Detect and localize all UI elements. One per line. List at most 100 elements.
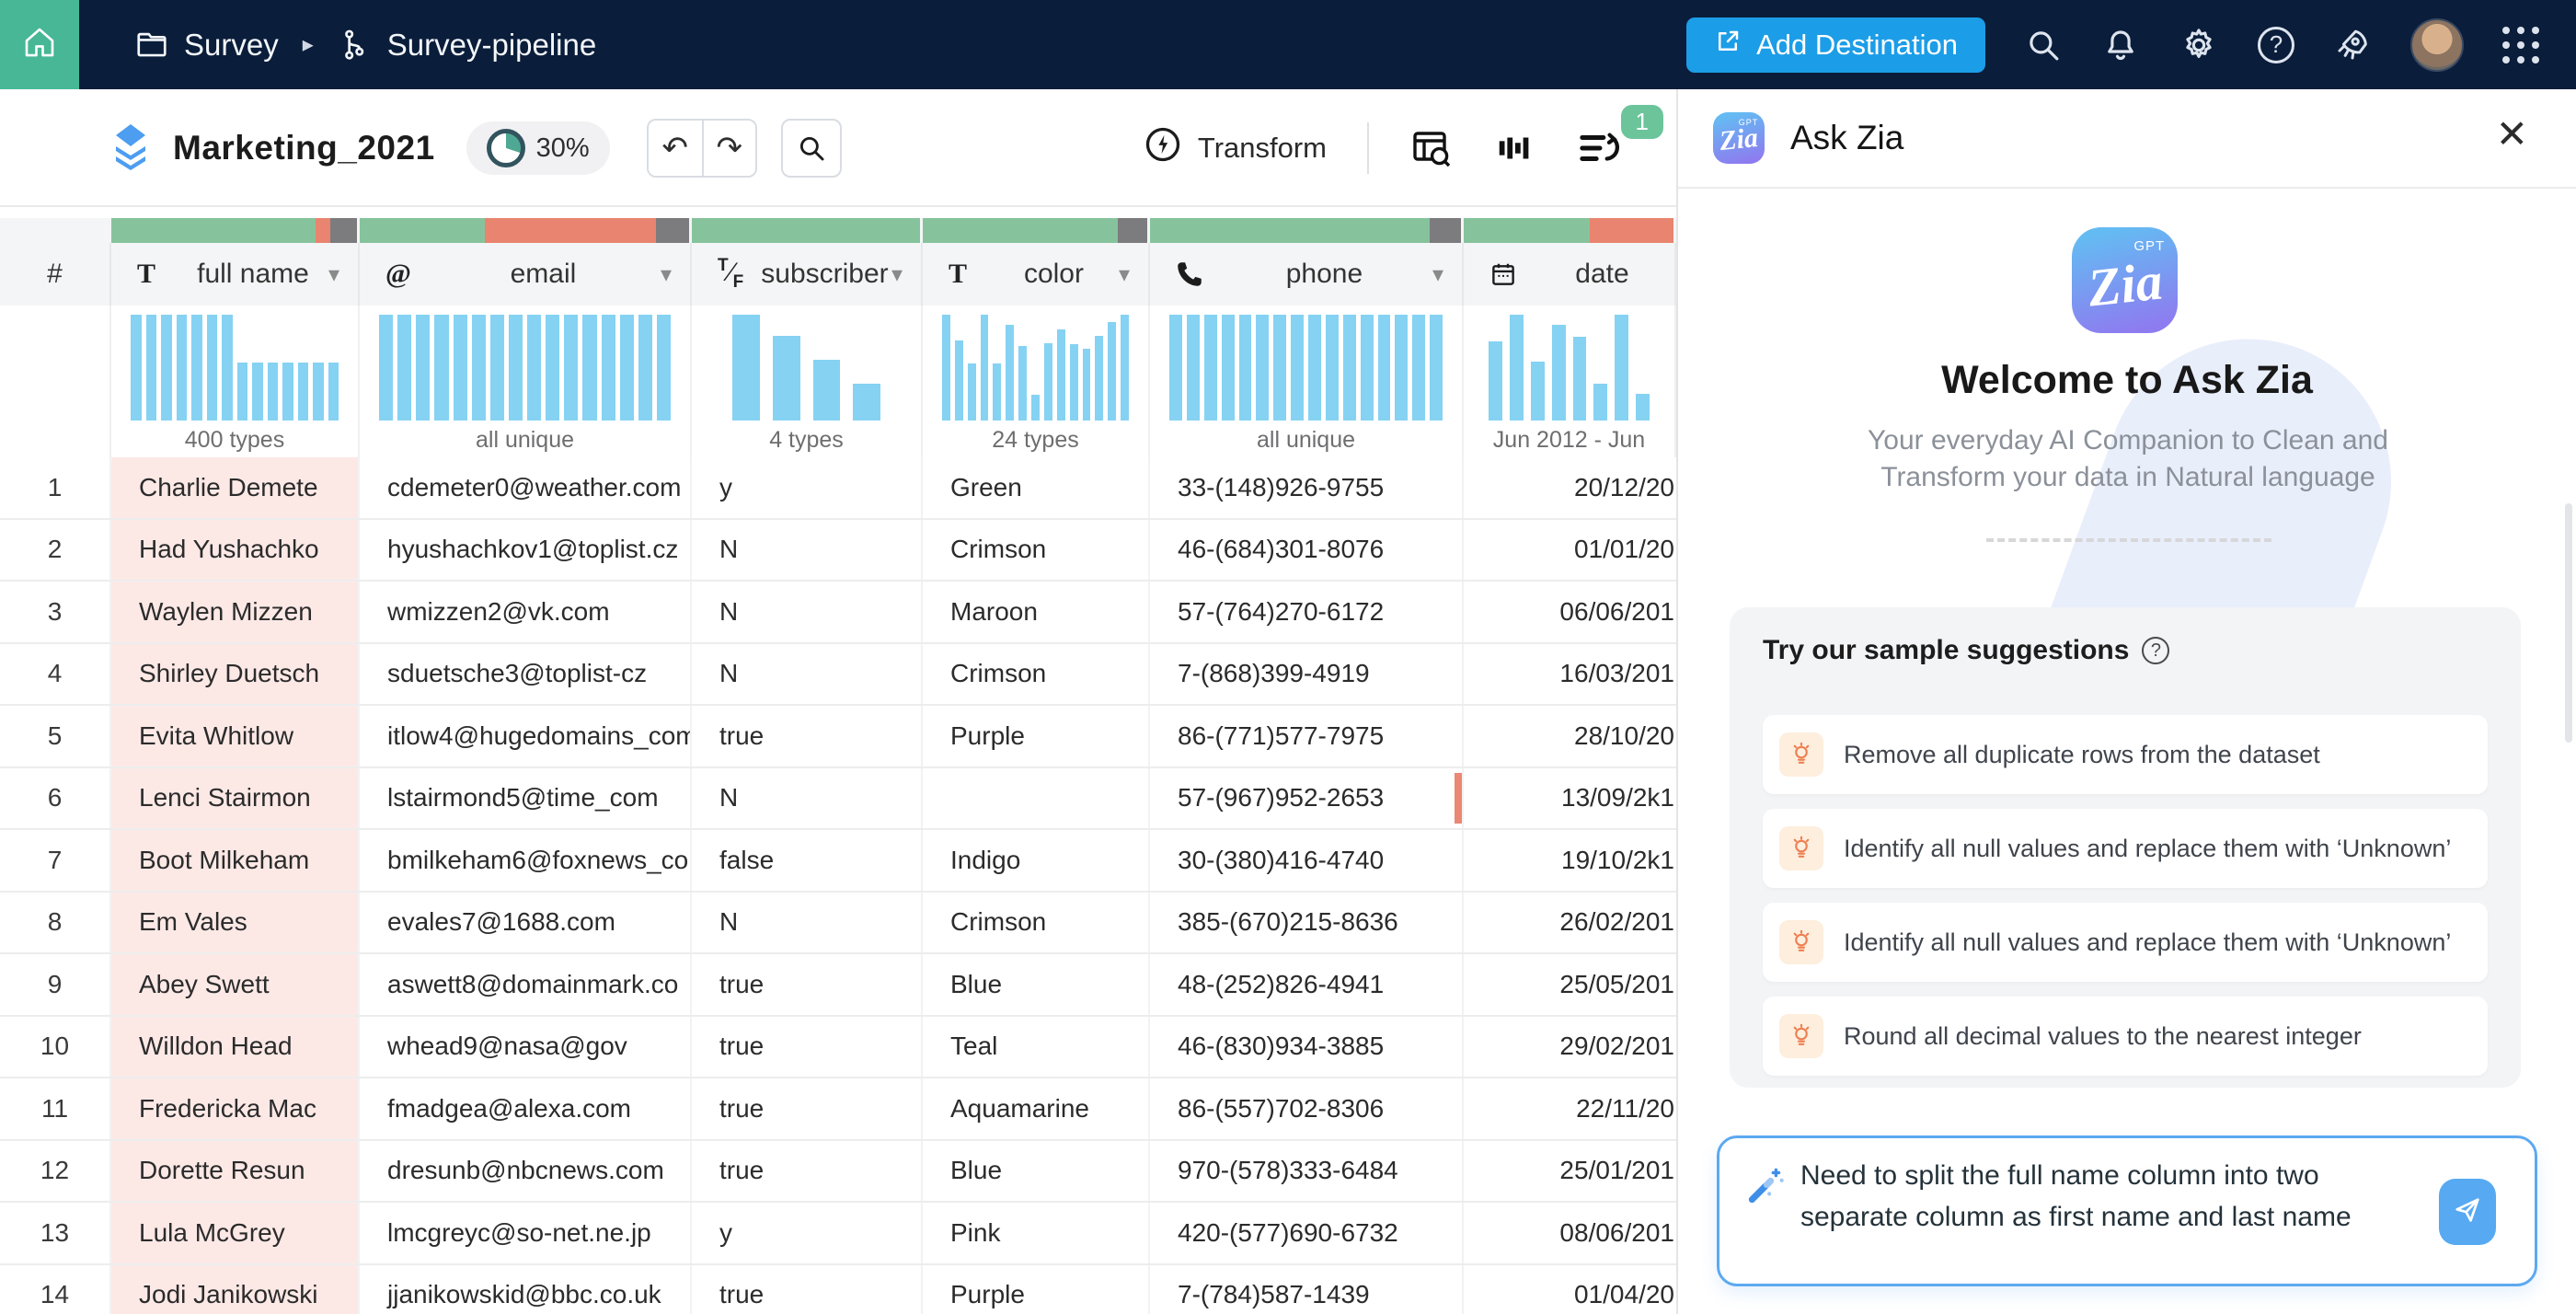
quality-bar-subscriber[interactable]	[692, 218, 920, 243]
chevron-down-icon[interactable]: ▾	[1119, 261, 1130, 288]
cell-subscriber[interactable]: y	[692, 457, 923, 518]
quality-bar-email[interactable]	[360, 218, 689, 243]
cell-subscriber[interactable]: y	[692, 1203, 923, 1263]
suggestion-item[interactable]: Round all decimal values to the nearest …	[1763, 997, 2488, 1076]
cell-subscriber[interactable]: true	[692, 706, 923, 766]
help-icon[interactable]: ?	[2258, 27, 2294, 63]
cell-full_name[interactable]: Fredericka Mac	[111, 1078, 360, 1139]
cell-num[interactable]: 12	[0, 1141, 111, 1202]
cell-num[interactable]: 13	[0, 1203, 111, 1263]
cell-num[interactable]: 9	[0, 954, 111, 1015]
chevron-down-icon[interactable]: ▾	[661, 261, 672, 288]
cell-email[interactable]: whead9@nasa@gov	[360, 1017, 692, 1078]
zia-input-text[interactable]: Need to split the full name column into …	[1800, 1155, 2398, 1238]
send-button[interactable]	[2439, 1179, 2496, 1245]
cell-email[interactable]: jjanikowskid@bbc.co.uk	[360, 1265, 692, 1314]
cell-date[interactable]: 22/11/20	[1464, 1078, 1676, 1139]
cell-num[interactable]: 5	[0, 706, 111, 766]
cell-full_name[interactable]: Boot Milkeham	[111, 830, 360, 891]
quality-bar-color[interactable]	[923, 218, 1147, 243]
cell-full_name[interactable]: Shirley Duetsch	[111, 644, 360, 705]
cell-subscriber[interactable]: N	[692, 893, 923, 953]
zia-input-box[interactable]: Need to split the full name column into …	[1717, 1135, 2537, 1286]
cell-color[interactable]: Purple	[923, 1265, 1150, 1314]
cell-full_name[interactable]: Lenci Stairmon	[111, 768, 360, 829]
home-button[interactable]	[0, 0, 79, 89]
cell-phone[interactable]: 46-(684)301-8076	[1150, 520, 1464, 581]
histogram-color[interactable]: 24 types	[923, 305, 1150, 457]
cell-email[interactable]: dresunb@nbcnews.com	[360, 1141, 692, 1202]
cell-date[interactable]: 25/05/201	[1464, 954, 1676, 1015]
suggestion-item[interactable]: Identify all null values and replace the…	[1763, 809, 2488, 888]
cell-full_name[interactable]: Waylen Mizzen	[111, 582, 360, 642]
cell-date[interactable]: 01/04/20	[1464, 1265, 1676, 1314]
cell-date[interactable]: 01/01/20	[1464, 520, 1676, 581]
cell-date[interactable]: 20/12/20	[1464, 457, 1676, 518]
cell-subscriber[interactable]: N	[692, 582, 923, 642]
chevron-down-icon[interactable]: ▾	[891, 261, 903, 288]
cell-color[interactable]: Crimson	[923, 893, 1150, 953]
cell-email[interactable]: lstairmond5@time_com	[360, 768, 692, 829]
redo-button[interactable]: ↷	[702, 121, 755, 176]
apps-grid-icon[interactable]	[2502, 27, 2539, 63]
cell-num[interactable]: 3	[0, 582, 111, 642]
column-stats-icon[interactable]	[1494, 127, 1536, 169]
cell-full_name[interactable]: Em Vales	[111, 893, 360, 953]
cell-phone[interactable]: 7-(868)399-4919	[1150, 644, 1464, 705]
chevron-down-icon[interactable]: ▾	[328, 261, 339, 288]
cell-phone[interactable]: 33-(148)926-9755	[1150, 457, 1464, 518]
cell-subscriber[interactable]: false	[692, 830, 923, 891]
cell-full_name[interactable]: Willdon Head	[111, 1017, 360, 1078]
cell-color[interactable]: Purple	[923, 706, 1150, 766]
cell-date[interactable]: 13/09/2k1	[1464, 768, 1676, 829]
cell-subscriber[interactable]: N	[692, 768, 923, 829]
cell-date[interactable]: 08/06/201	[1464, 1203, 1676, 1263]
quality-bar-phone[interactable]	[1150, 218, 1461, 243]
column-header-num[interactable]: #	[0, 243, 111, 305]
cell-full_name[interactable]: Evita Whitlow	[111, 706, 360, 766]
settings-gear-icon[interactable]	[2179, 25, 2219, 65]
column-header-color[interactable]: Tcolor▾	[923, 243, 1150, 305]
cell-email[interactable]: fmadgea@alexa.com	[360, 1078, 692, 1139]
cell-num[interactable]: 1	[0, 457, 111, 518]
cell-color[interactable]	[923, 768, 1150, 829]
table-search-button[interactable]	[781, 119, 842, 178]
histogram-email[interactable]: all unique	[360, 305, 692, 457]
cell-subscriber[interactable]: true	[692, 1265, 923, 1314]
column-header-email[interactable]: @email▾	[360, 243, 692, 305]
cell-phone[interactable]: 86-(771)577-7975	[1150, 706, 1464, 766]
cell-date[interactable]: 25/01/201	[1464, 1141, 1676, 1202]
cell-num[interactable]: 14	[0, 1265, 111, 1314]
cell-phone[interactable]: 970-(578)333-6484	[1150, 1141, 1464, 1202]
chevron-down-icon[interactable]: ▾	[1432, 261, 1443, 288]
suggestions-help-icon[interactable]: ?	[2142, 637, 2169, 664]
applied-steps-icon[interactable]: 1	[1577, 127, 1623, 169]
cell-phone[interactable]: 57-(764)270-6172	[1150, 582, 1464, 642]
breadcrumb-folder-label[interactable]: Survey	[184, 28, 279, 63]
cell-date[interactable]: 06/06/201	[1464, 582, 1676, 642]
cell-num[interactable]: 6	[0, 768, 111, 829]
cell-phone[interactable]: 385-(670)215-8636	[1150, 893, 1464, 953]
cell-full_name[interactable]: Jodi Janikowski	[111, 1265, 360, 1314]
cell-color[interactable]: Crimson	[923, 644, 1150, 705]
cell-num[interactable]: 2	[0, 520, 111, 581]
cell-phone[interactable]: 86-(557)702-8306	[1150, 1078, 1464, 1139]
suggestion-item[interactable]: Identify all null values and replace the…	[1763, 903, 2488, 982]
cell-phone[interactable]: 57-(967)952-2653	[1150, 768, 1464, 829]
cell-num[interactable]: 4	[0, 644, 111, 705]
cell-email[interactable]: sduetsche3@toplist-cz	[360, 644, 692, 705]
cell-subscriber[interactable]: true	[692, 1017, 923, 1078]
dataset-title[interactable]: Marketing_2021	[173, 129, 435, 167]
histogram-date[interactable]: Jun 2012 - Jun	[1464, 305, 1676, 457]
cell-phone[interactable]: 48-(252)826-4941	[1150, 954, 1464, 1015]
cell-num[interactable]: 7	[0, 830, 111, 891]
cell-full_name[interactable]: Had Yushachko	[111, 520, 360, 581]
data-quality-pill[interactable]: 30%	[466, 121, 610, 175]
cell-email[interactable]: itlow4@hugedomains_com	[360, 706, 692, 766]
cell-email[interactable]: bmilkeham6@foxnews_co	[360, 830, 692, 891]
table-explore-icon[interactable]	[1409, 126, 1454, 170]
cell-date[interactable]: 28/10/20	[1464, 706, 1676, 766]
cell-color[interactable]: Maroon	[923, 582, 1150, 642]
cell-date[interactable]: 26/02/201	[1464, 893, 1676, 953]
column-header-full_name[interactable]: Tfull name▾	[111, 243, 360, 305]
